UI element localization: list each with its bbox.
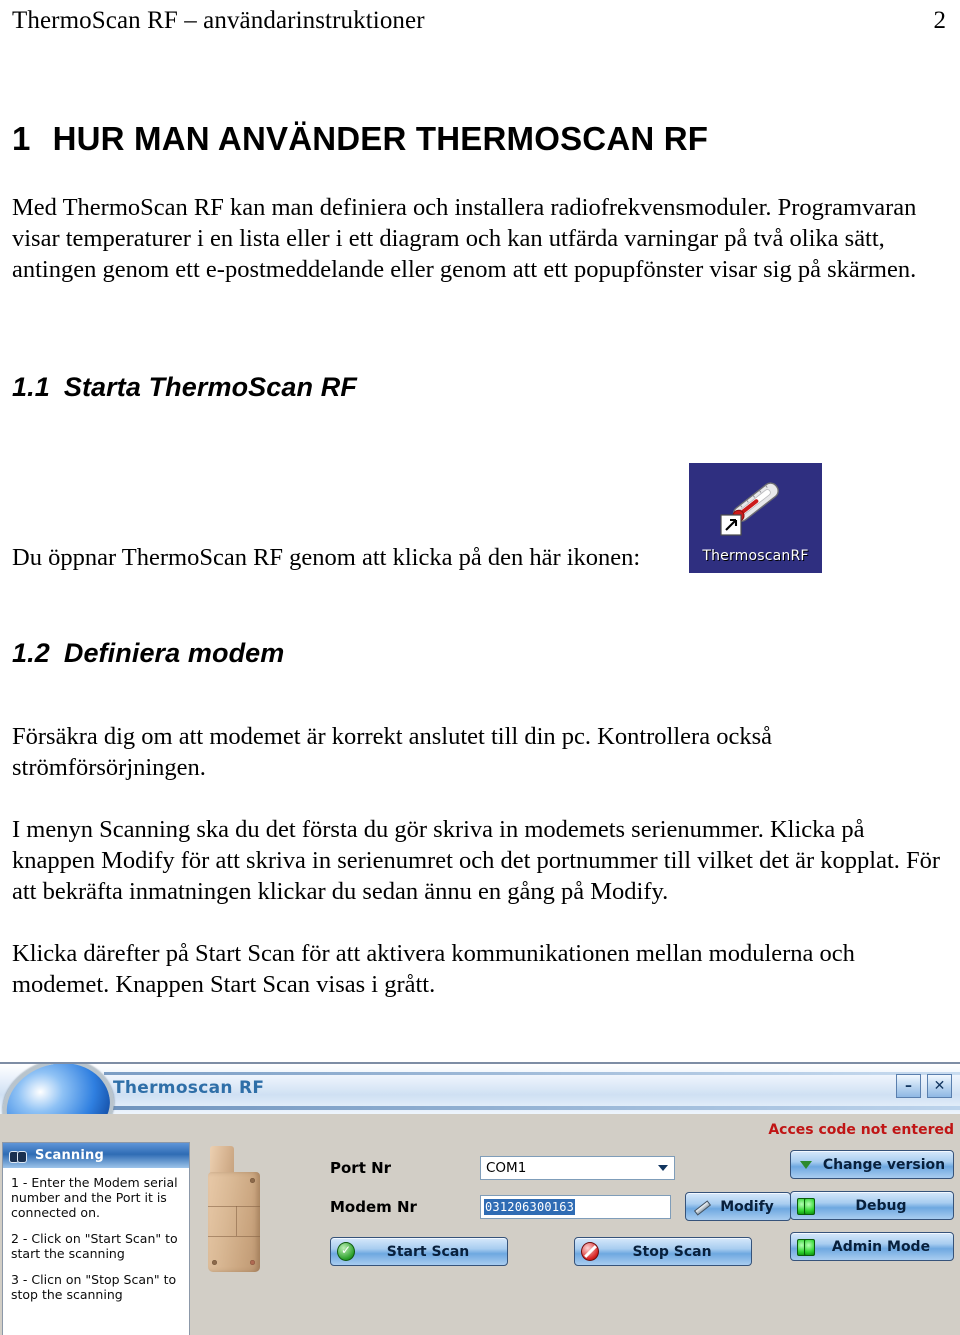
scanning-panel-title: Scanning xyxy=(35,1148,104,1163)
heading-1-1-number: 1.1 xyxy=(12,372,50,402)
scanning-steps: 1 - Enter the Modem serial number and th… xyxy=(3,1168,189,1302)
document-body: 1 HUR MAN ANVÄNDER THERMOSCAN RF Med Ther… xyxy=(12,120,950,1000)
heading-1-text: HUR MAN ANVÄNDER THERMOSCAN RF xyxy=(52,120,709,157)
arrow-down-icon xyxy=(797,1156,815,1174)
access-panel: Acces code not entered Change version De… xyxy=(748,1122,954,1273)
port-field-row: Port Nr COM1 xyxy=(330,1156,791,1180)
binoculars-icon xyxy=(9,1150,27,1163)
titlebar-rule-top xyxy=(104,1072,960,1075)
header-title: ThermoScan RF – användarinstruktioner xyxy=(12,7,425,34)
module-seam xyxy=(208,1206,260,1207)
titlebar-rule-bottom xyxy=(104,1106,960,1110)
module-seam xyxy=(208,1236,260,1237)
thermometer-icon xyxy=(720,482,779,536)
module-seam xyxy=(236,1206,237,1236)
page-number: 2 xyxy=(933,7,947,34)
desktop-icon-row: Du öppnar ThermoScan RF genom att klicka… xyxy=(12,463,950,581)
module-screw xyxy=(212,1260,217,1265)
heading-1: 1 HUR MAN ANVÄNDER THERMOSCAN RF xyxy=(12,120,950,158)
paragraph-start-scan: Klicka därefter på Start Scan för att ak… xyxy=(12,940,855,998)
app-window-title: Thermoscan RF xyxy=(113,1078,265,1098)
intro-paragraph: Med ThermoScan RF kan man definiera och … xyxy=(12,194,917,283)
module-screw xyxy=(250,1178,255,1183)
start-scan-button[interactable]: ✓ Start Scan xyxy=(330,1237,508,1266)
scanning-step: 2 - Click on "Start Scan" to start the s… xyxy=(11,1231,178,1261)
rf-module-photo xyxy=(200,1144,262,1274)
desktop-icon-label: ThermoscanRF xyxy=(702,548,809,564)
change-version-label: Change version xyxy=(822,1156,946,1173)
stop-scan-label: Stop Scan xyxy=(632,1243,712,1260)
scanning-step: 3 - Clicn on "Stop Scan" to stop the sca… xyxy=(11,1272,177,1302)
paragraph-modem-check: Försäkra dig om att modemet är korrekt a… xyxy=(12,723,772,781)
modem-field-row: Modem Nr 031206300163 Modify xyxy=(330,1192,791,1221)
module-screw xyxy=(250,1260,255,1265)
thermoscan-app-screenshot: Thermoscan RF – ✕ Scanning 1 - Enter the… xyxy=(0,1062,960,1335)
admin-mode-button[interactable]: Admin Mode xyxy=(790,1232,954,1261)
access-code-status: Acces code not entered xyxy=(768,1122,954,1138)
heading-1-2-text: Definiera modem xyxy=(63,638,285,668)
scanning-step: 1 - Enter the Modem serial number and th… xyxy=(11,1175,178,1220)
check-circle-icon: ✓ xyxy=(337,1242,355,1261)
debug-button[interactable]: Debug xyxy=(790,1191,954,1220)
desktop-icon-caption: Du öppnar ThermoScan RF genom att klicka… xyxy=(12,544,641,571)
heading-1-1: 1.1 Starta ThermoScan RF xyxy=(12,371,950,403)
scanning-panel-header: Scanning xyxy=(3,1143,189,1168)
modem-number-value: 031206300163 xyxy=(484,1198,576,1215)
binoculars-green-icon xyxy=(797,1197,815,1215)
modem-label: Modem Nr xyxy=(330,1197,417,1216)
stop-scan-button[interactable]: Stop Scan xyxy=(574,1237,752,1266)
binoculars-green-icon xyxy=(797,1238,815,1256)
debug-label: Debug xyxy=(855,1197,907,1214)
modem-number-input[interactable]: 031206300163 xyxy=(480,1194,671,1219)
modem-form: Port Nr COM1 Modem Nr 031206300163 Modif… xyxy=(330,1156,791,1266)
start-scan-label: Start Scan xyxy=(386,1243,470,1260)
chevron-down-icon xyxy=(658,1165,668,1171)
shortcut-arrow-icon xyxy=(720,514,742,536)
window-controls: – ✕ xyxy=(896,1074,952,1098)
heading-1-1-text: Starta ThermoScan RF xyxy=(63,372,357,402)
admin-mode-label: Admin Mode xyxy=(831,1238,931,1255)
heading-1-number: 1 xyxy=(12,120,31,157)
heading-1-2: 1.2 Definiera modem xyxy=(12,637,950,669)
change-version-button[interactable]: Change version xyxy=(790,1150,954,1179)
app-content: Scanning 1 - Enter the Modem serial numb… xyxy=(0,1114,960,1335)
page-running-header: ThermoScan RF – användarinstruktioner 2 xyxy=(12,6,946,40)
thermoscan-desktop-icon[interactable]: ThermoscanRF xyxy=(689,463,822,573)
port-select[interactable]: COM1 xyxy=(480,1156,675,1180)
scan-button-row: ✓ Start Scan Stop Scan xyxy=(330,1237,791,1266)
app-titlebar: Thermoscan RF – ✕ xyxy=(0,1064,960,1161)
scanning-panel: Scanning 1 - Enter the Modem serial numb… xyxy=(2,1142,190,1335)
prohibition-icon xyxy=(581,1242,599,1261)
port-label: Port Nr xyxy=(330,1159,392,1177)
close-button[interactable]: ✕ xyxy=(927,1074,952,1098)
pencil-icon xyxy=(692,1198,710,1216)
module-body xyxy=(208,1172,260,1272)
paragraph-scanning-menu: I menyn Scanning ska du det första du gö… xyxy=(12,816,941,905)
port-selected-value: COM1 xyxy=(486,1160,527,1176)
minimize-button[interactable]: – xyxy=(896,1074,921,1098)
heading-1-2-number: 1.2 xyxy=(12,638,50,668)
